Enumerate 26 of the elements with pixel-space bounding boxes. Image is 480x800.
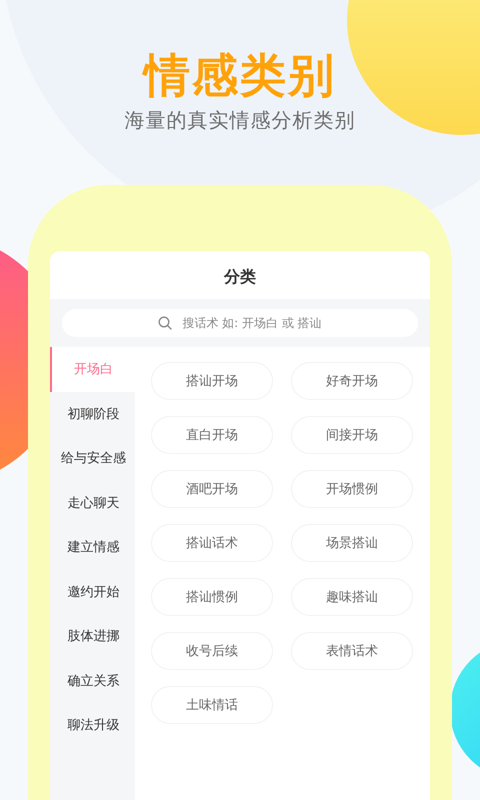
screen-title: 分类 [222,266,257,288]
tag-button[interactable]: 好奇开场 [291,362,413,400]
tag-button[interactable]: 搭讪惯例 [151,578,273,616]
tag-button[interactable]: 场景搭讪 [291,524,413,562]
category-item[interactable]: 走心聊天 [50,480,135,525]
tag-button[interactable]: 酒吧开场 [151,470,273,508]
search-icon [158,316,172,330]
headline: 情感类别 [144,47,336,104]
subtitle: 海量的真实情感分析类别 [124,107,356,134]
category-item[interactable]: 肢体进挪 [50,614,135,658]
category-item[interactable]: 确立关系 [50,658,135,703]
category-item[interactable]: 初聊阶段 [50,392,135,436]
category-item[interactable]: 给与安全感 [50,436,135,480]
tag-button[interactable]: 土味情话 [151,686,273,724]
category-item[interactable]: 邀约开始 [50,570,135,614]
category-item[interactable]: 聊法升级 [50,703,135,748]
tag-button[interactable]: 间接开场 [291,416,413,454]
tag-button[interactable]: 开场惯例 [291,470,413,508]
tag-button[interactable]: 搭讪话术 [151,524,273,562]
tag-button[interactable]: 收号后续 [151,632,273,670]
tag-button[interactable]: 直白开场 [151,416,273,454]
search-field[interactable]: 搜话术 如: 开场白 或 搭讪 [62,309,418,337]
tag-button[interactable]: 表情话术 [291,632,413,670]
category-item[interactable]: 建立情感 [50,525,135,570]
tag-button[interactable]: 搭讪开场 [151,362,273,400]
tag-button[interactable]: 趣味搭讪 [291,578,413,616]
